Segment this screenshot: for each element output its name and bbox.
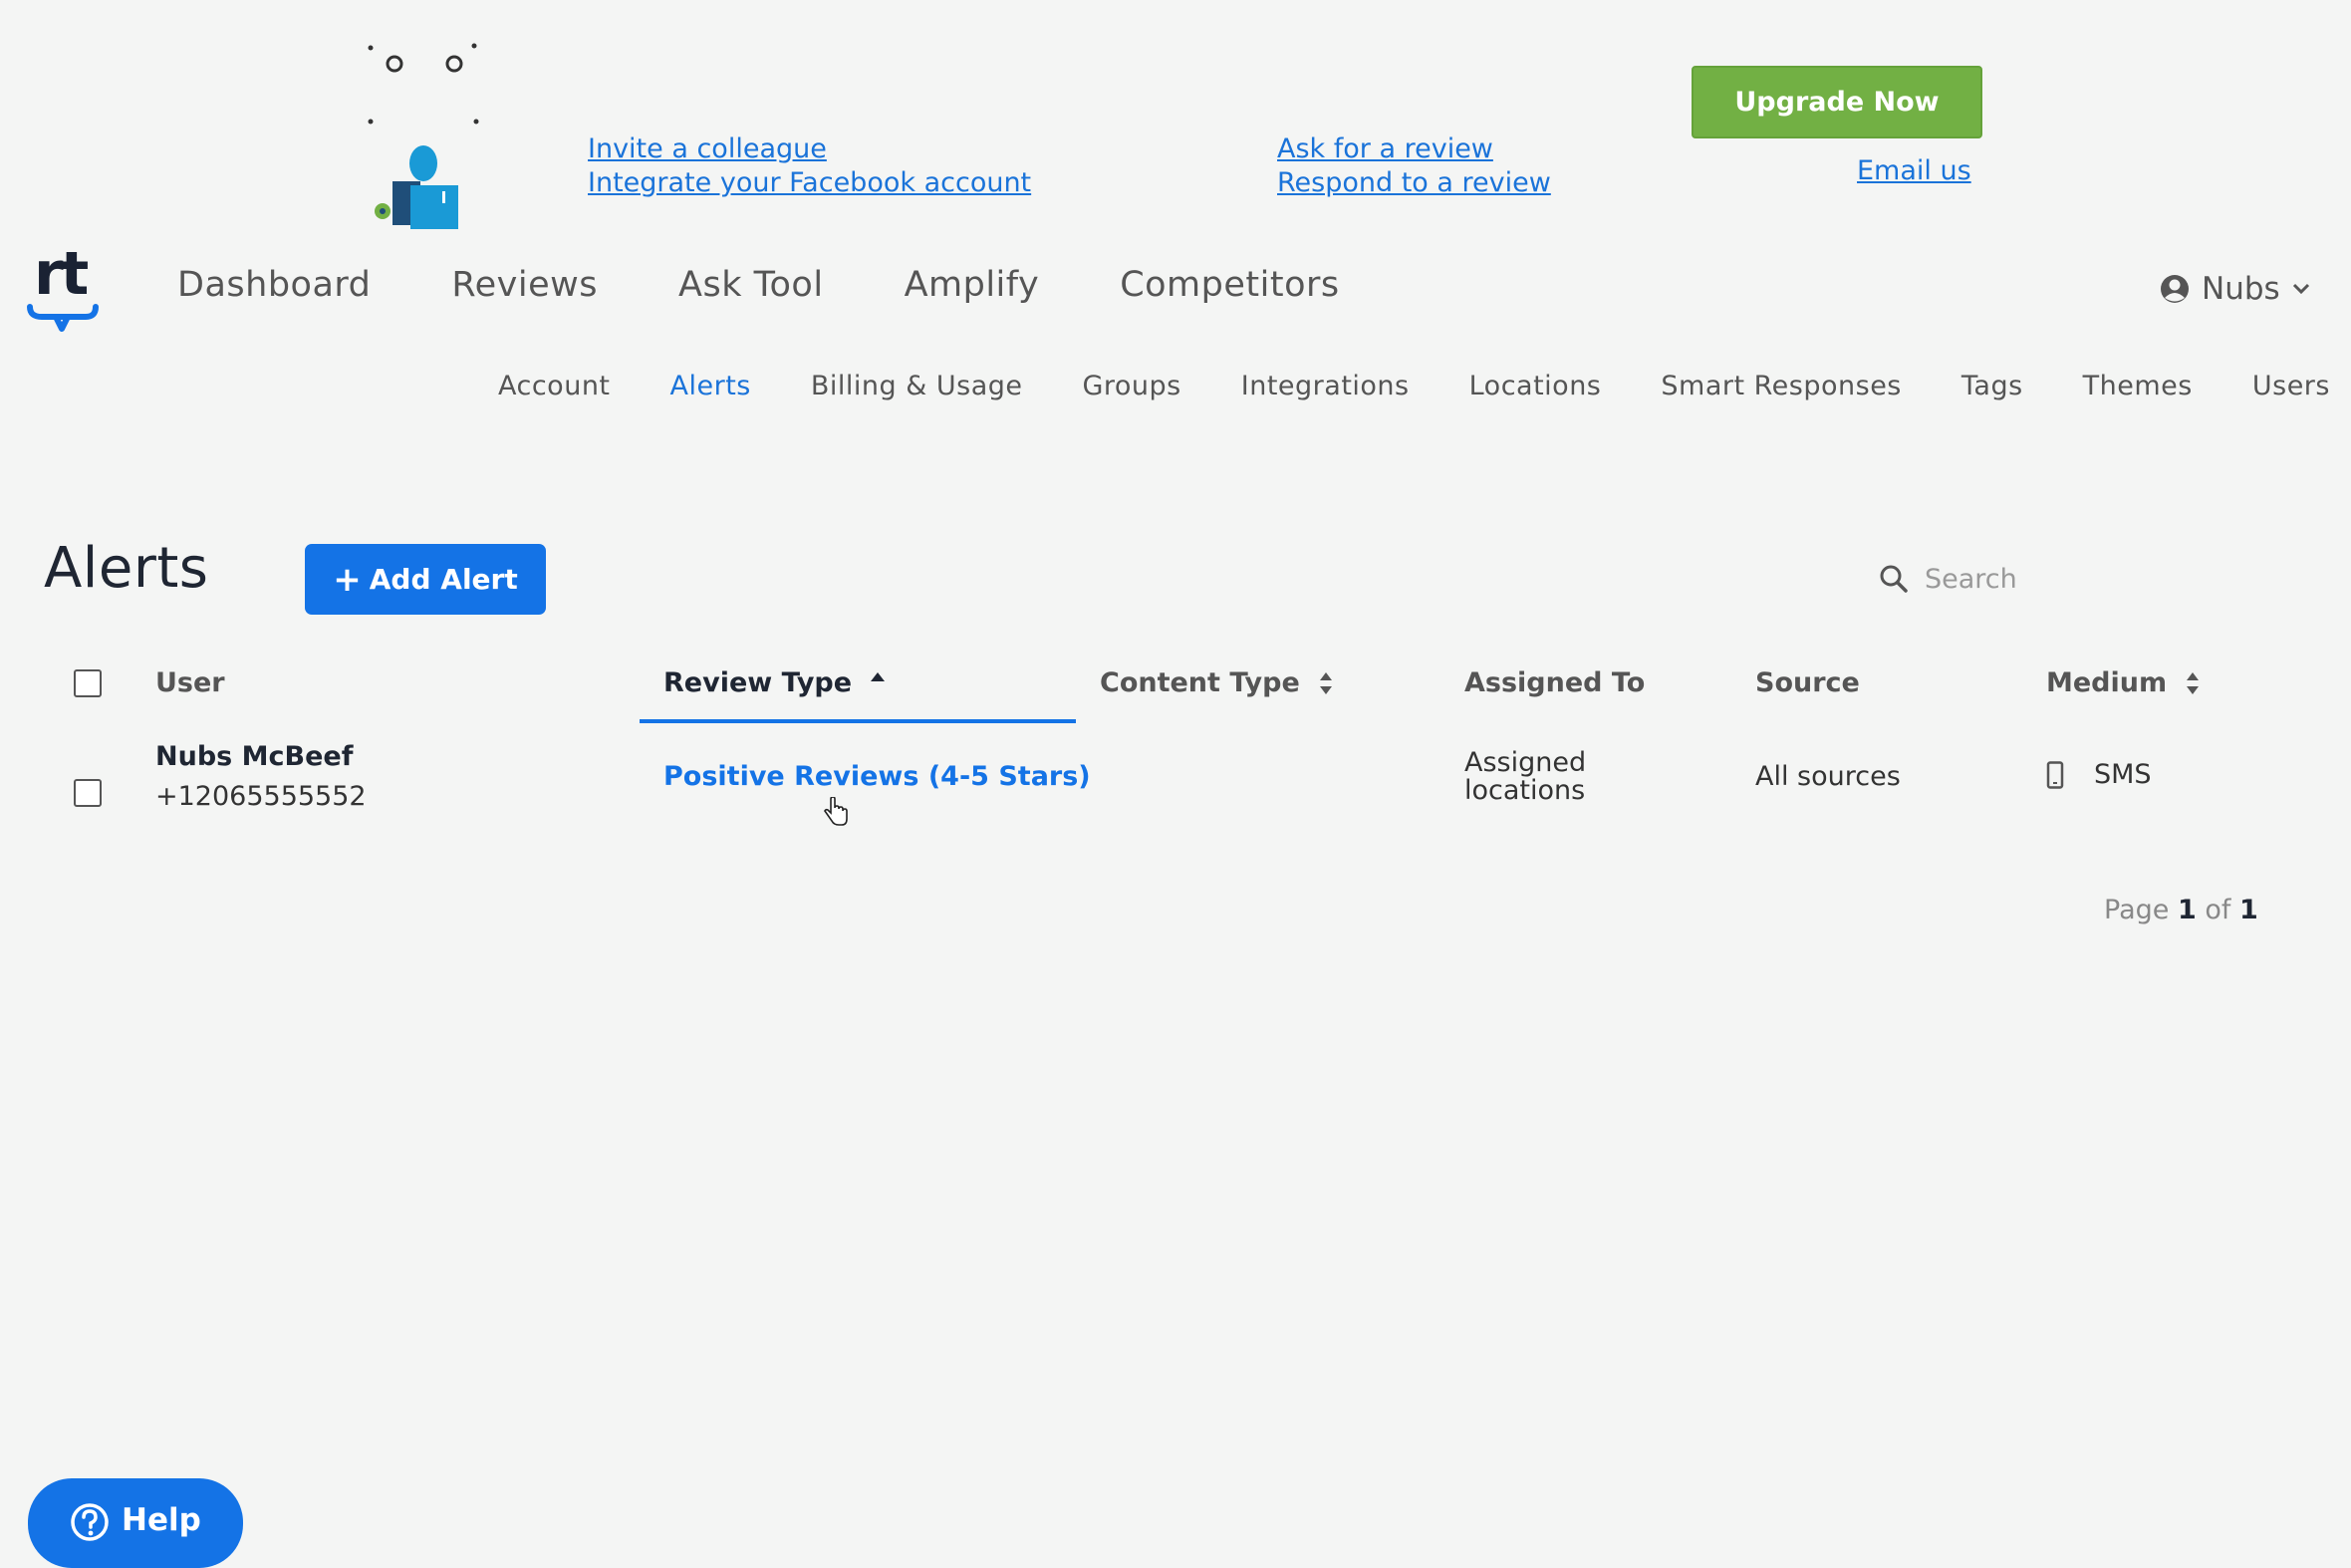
promo-links-left: Invite a colleague Integrate your Facebo…: [588, 133, 1031, 199]
plus-icon: +: [333, 559, 362, 600]
tab-account[interactable]: Account: [498, 371, 611, 401]
sort-icon: [2187, 671, 2200, 694]
user-phone: +12065555552: [155, 781, 367, 812]
nav-item-reviews[interactable]: Reviews: [451, 265, 598, 305]
table-row: Nubs McBeef +12065555552 Positive Review…: [0, 723, 2351, 853]
integrate-facebook-link[interactable]: Integrate your Facebook account: [588, 167, 1031, 199]
column-header-user-label: User: [155, 667, 225, 698]
logo-speech-bubble-icon: [27, 304, 99, 332]
page-title: Alerts: [44, 536, 209, 601]
pagination-total: 1: [2238, 895, 2258, 925]
nav-item-dashboard[interactable]: Dashboard: [177, 265, 371, 305]
promo-links-middle: Ask for a review Respond to a review: [1277, 133, 1551, 199]
promo-illustration: [365, 42, 484, 231]
column-header-source: Source: [1755, 667, 1860, 698]
upgrade-now-button[interactable]: Upgrade Now: [1692, 66, 1982, 138]
pagination-current: 1: [2177, 895, 2197, 925]
tab-tags[interactable]: Tags: [1961, 371, 2023, 401]
ask-for-review-link[interactable]: Ask for a review: [1277, 133, 1551, 165]
column-header-review-type[interactable]: Review Type: [663, 667, 886, 698]
column-header-medium[interactable]: Medium: [2046, 667, 2201, 698]
user-menu-name: Nubs: [2202, 271, 2280, 307]
hand-cursor-icon: [823, 796, 849, 831]
column-header-content-type-label: Content Type: [1100, 667, 1300, 698]
alerts-table: User Review Type Content Type Assigned T…: [0, 638, 2351, 853]
column-header-review-type-label: Review Type: [663, 667, 853, 698]
column-header-source-label: Source: [1755, 667, 1860, 698]
add-alert-button[interactable]: + Add Alert: [305, 544, 546, 615]
column-header-medium-label: Medium: [2046, 667, 2168, 698]
pagination: Page 1 of 1: [2104, 895, 2258, 925]
chevron-down-icon: [2292, 283, 2309, 295]
user-name: Nubs McBeef: [155, 741, 354, 772]
main-nav: Dashboard Reviews Ask Tool Amplify Compe…: [177, 265, 1421, 305]
user-avatar-icon: [2161, 275, 2189, 303]
invite-colleague-link[interactable]: Invite a colleague: [588, 133, 1031, 165]
source-value: All sources: [1755, 761, 1901, 792]
tab-alerts[interactable]: Alerts: [670, 371, 751, 401]
assigned-to-line-2: locations: [1464, 775, 1586, 806]
search-input[interactable]: [1923, 562, 2166, 596]
tab-integrations[interactable]: Integrations: [1241, 371, 1410, 401]
sort-icon: [1319, 671, 1332, 694]
user-menu[interactable]: Nubs: [2160, 271, 2310, 307]
tab-smart-responses[interactable]: Smart Responses: [1661, 371, 1902, 401]
respond-to-review-link[interactable]: Respond to a review: [1277, 167, 1551, 199]
sort-ascending-icon: [871, 671, 886, 681]
pagination-label: Page: [2104, 895, 2170, 925]
email-us-link[interactable]: Email us: [1857, 155, 1971, 186]
table-header: User Review Type Content Type Assigned T…: [0, 638, 2351, 723]
column-header-assigned-to-label: Assigned To: [1464, 667, 1646, 698]
app-logo[interactable]: rt: [26, 239, 102, 335]
row-checkbox[interactable]: [74, 779, 102, 807]
tab-users[interactable]: Users: [2252, 371, 2330, 401]
column-header-user: User: [155, 667, 225, 698]
nav-item-competitors[interactable]: Competitors: [1120, 265, 1339, 305]
review-type-link[interactable]: Positive Reviews (4-5 Stars): [663, 761, 1091, 792]
column-header-assigned-to: Assigned To: [1464, 667, 1645, 698]
medium-label: SMS: [2094, 759, 2152, 790]
tab-billing-usage[interactable]: Billing & Usage: [811, 371, 1023, 401]
help-label: Help: [122, 1502, 201, 1538]
medium-value: SMS: [2046, 759, 2152, 790]
tab-groups[interactable]: Groups: [1082, 371, 1180, 401]
tab-themes[interactable]: Themes: [2083, 371, 2193, 401]
column-header-content-type[interactable]: Content Type: [1100, 667, 1334, 698]
question-circle-icon: [71, 1503, 109, 1541]
help-button[interactable]: Help: [28, 1478, 243, 1568]
add-alert-label: Add Alert: [369, 563, 518, 596]
pagination-separator: of: [2205, 895, 2231, 925]
nav-item-amplify[interactable]: Amplify: [905, 265, 1040, 305]
search-box: [1879, 558, 2178, 600]
nav-item-ask-tool[interactable]: Ask Tool: [678, 265, 824, 305]
select-all-checkbox[interactable]: [74, 669, 102, 697]
assigned-to-line-1: Assigned: [1464, 747, 1587, 778]
search-icon: [1880, 565, 1908, 593]
tab-locations[interactable]: Locations: [1469, 371, 1602, 401]
assigned-to-value: Assigned locations: [1464, 749, 1586, 805]
mobile-phone-icon: [2046, 760, 2064, 789]
settings-sub-nav: Account Alerts Billing & Usage Groups In…: [498, 371, 2330, 401]
